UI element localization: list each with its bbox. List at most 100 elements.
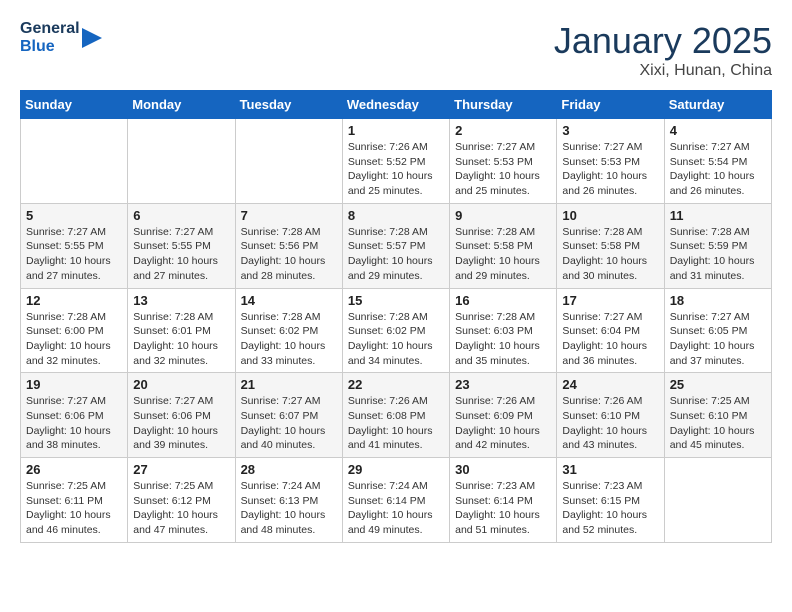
weekday-header: Sunday <box>21 91 128 119</box>
calendar-subtitle: Xixi, Hunan, China <box>554 62 772 80</box>
day-info: Sunrise: 7:25 AM Sunset: 6:10 PM Dayligh… <box>670 394 766 453</box>
day-info: Sunrise: 7:27 AM Sunset: 6:04 PM Dayligh… <box>562 310 658 369</box>
day-info: Sunrise: 7:28 AM Sunset: 5:59 PM Dayligh… <box>670 225 766 284</box>
day-number: 11 <box>670 208 766 223</box>
calendar-cell <box>235 119 342 204</box>
calendar-week-row: 12Sunrise: 7:28 AM Sunset: 6:00 PM Dayli… <box>21 288 772 373</box>
weekday-header: Friday <box>557 91 664 119</box>
calendar-cell: 9Sunrise: 7:28 AM Sunset: 5:58 PM Daylig… <box>450 203 557 288</box>
weekday-header: Saturday <box>664 91 771 119</box>
page-header: General Blue January 2025 Xixi, Hunan, C… <box>20 20 772 80</box>
calendar-cell: 18Sunrise: 7:27 AM Sunset: 6:05 PM Dayli… <box>664 288 771 373</box>
calendar-cell: 14 Sunrise: 7:28 AM Sunset: 6:02 PM Dayli… <box>235 288 342 373</box>
day-info: Sunrise: 7:27 AM Sunset: 6:06 PM Dayligh… <box>26 394 122 453</box>
calendar-title: January 2025 <box>554 20 772 62</box>
day-info: Sunrise: 7:28 AM Sunset: 6:01 PM Dayligh… <box>133 310 229 369</box>
calendar-week-row: 5 Sunrise: 7:27 AM Sunset: 5:55 PM Daylig… <box>21 203 772 288</box>
calendar-cell: 10 Sunrise: 7:28 AM Sunset: 5:58 PM Dayli… <box>557 203 664 288</box>
weekday-header: Monday <box>128 91 235 119</box>
day-info: Sunrise: 7:25 AM Sunset: 6:12 PM Dayligh… <box>133 479 229 538</box>
day-info: Sunrise: 7:28 AM Sunset: 6:03 PM Dayligh… <box>455 310 551 369</box>
weekday-header: Tuesday <box>235 91 342 119</box>
day-info: Sunrise: 7:26 AM Sunset: 6:10 PM Dayligh… <box>562 394 658 453</box>
calendar-cell: 16Sunrise: 7:28 AM Sunset: 6:03 PM Dayli… <box>450 288 557 373</box>
title-block: January 2025 Xixi, Hunan, China <box>554 20 772 80</box>
weekday-header: Wednesday <box>342 91 449 119</box>
day-info: Sunrise: 7:27 AM Sunset: 5:53 PM Dayligh… <box>562 140 658 199</box>
calendar-cell: 7Sunrise: 7:28 AM Sunset: 5:56 PM Daylig… <box>235 203 342 288</box>
calendar-cell <box>664 458 771 543</box>
day-info: Sunrise: 7:23 AM Sunset: 6:14 PM Dayligh… <box>455 479 551 538</box>
calendar-cell: 2 Sunrise: 7:27 AM Sunset: 5:53 PM Daylig… <box>450 119 557 204</box>
day-info: Sunrise: 7:27 AM Sunset: 6:06 PM Dayligh… <box>133 394 229 453</box>
calendar-cell: 1 Sunrise: 7:26 AM Sunset: 5:52 PM Daylig… <box>342 119 449 204</box>
day-info: Sunrise: 7:25 AM Sunset: 6:11 PM Dayligh… <box>26 479 122 538</box>
day-number: 17 <box>562 293 658 308</box>
day-number: 31 <box>562 462 658 477</box>
day-info: Sunrise: 7:23 AM Sunset: 6:15 PM Dayligh… <box>562 479 658 538</box>
calendar-cell: 25Sunrise: 7:25 AM Sunset: 6:10 PM Dayli… <box>664 373 771 458</box>
day-number: 2 <box>455 123 551 138</box>
weekday-header-row: SundayMondayTuesdayWednesdayThursdayFrid… <box>21 91 772 119</box>
calendar-cell: 28 Sunrise: 7:24 AM Sunset: 6:13 PM Dayli… <box>235 458 342 543</box>
calendar-cell: 20 Sunrise: 7:27 AM Sunset: 6:06 PM Dayli… <box>128 373 235 458</box>
calendar-cell: 11 Sunrise: 7:28 AM Sunset: 5:59 PM Dayli… <box>664 203 771 288</box>
calendar-cell <box>128 119 235 204</box>
calendar-cell: 5 Sunrise: 7:27 AM Sunset: 5:55 PM Daylig… <box>21 203 128 288</box>
calendar-cell: 30Sunrise: 7:23 AM Sunset: 6:14 PM Dayli… <box>450 458 557 543</box>
day-number: 22 <box>348 377 444 392</box>
day-number: 19 <box>26 377 122 392</box>
day-number: 10 <box>562 208 658 223</box>
day-number: 29 <box>348 462 444 477</box>
day-number: 27 <box>133 462 229 477</box>
day-info: Sunrise: 7:24 AM Sunset: 6:13 PM Dayligh… <box>241 479 337 538</box>
day-number: 9 <box>455 208 551 223</box>
calendar-cell: 15 Sunrise: 7:28 AM Sunset: 6:02 PM Dayli… <box>342 288 449 373</box>
day-number: 14 <box>241 293 337 308</box>
day-number: 8 <box>348 208 444 223</box>
calendar-cell: 31 Sunrise: 7:23 AM Sunset: 6:15 PM Dayli… <box>557 458 664 543</box>
day-number: 15 <box>348 293 444 308</box>
calendar-cell: 3Sunrise: 7:27 AM Sunset: 5:53 PM Daylig… <box>557 119 664 204</box>
calendar-cell: 17 Sunrise: 7:27 AM Sunset: 6:04 PM Dayli… <box>557 288 664 373</box>
day-info: Sunrise: 7:28 AM Sunset: 5:58 PM Dayligh… <box>562 225 658 284</box>
day-info: Sunrise: 7:28 AM Sunset: 5:57 PM Dayligh… <box>348 225 444 284</box>
day-number: 13 <box>133 293 229 308</box>
day-info: Sunrise: 7:27 AM Sunset: 6:07 PM Dayligh… <box>241 394 337 453</box>
day-number: 18 <box>670 293 766 308</box>
day-info: Sunrise: 7:28 AM Sunset: 5:56 PM Dayligh… <box>241 225 337 284</box>
day-number: 6 <box>133 208 229 223</box>
day-number: 21 <box>241 377 337 392</box>
day-info: Sunrise: 7:26 AM Sunset: 6:09 PM Dayligh… <box>455 394 551 453</box>
logo-triangle-icon <box>82 28 102 48</box>
day-number: 12 <box>26 293 122 308</box>
calendar-cell <box>21 119 128 204</box>
logo: General Blue <box>20 20 102 55</box>
calendar-cell: 8 Sunrise: 7:28 AM Sunset: 5:57 PM Daylig… <box>342 203 449 288</box>
day-info: Sunrise: 7:26 AM Sunset: 5:52 PM Dayligh… <box>348 140 444 199</box>
calendar-cell: 22Sunrise: 7:26 AM Sunset: 6:08 PM Dayli… <box>342 373 449 458</box>
calendar-cell: 4Sunrise: 7:27 AM Sunset: 5:54 PM Daylig… <box>664 119 771 204</box>
day-number: 24 <box>562 377 658 392</box>
calendar-cell: 27 Sunrise: 7:25 AM Sunset: 6:12 PM Dayli… <box>128 458 235 543</box>
day-number: 20 <box>133 377 229 392</box>
calendar-week-row: 1 Sunrise: 7:26 AM Sunset: 5:52 PM Daylig… <box>21 119 772 204</box>
calendar-week-row: 19 Sunrise: 7:27 AM Sunset: 6:06 PM Dayli… <box>21 373 772 458</box>
calendar-cell: 29 Sunrise: 7:24 AM Sunset: 6:14 PM Dayli… <box>342 458 449 543</box>
day-info: Sunrise: 7:28 AM Sunset: 6:02 PM Dayligh… <box>348 310 444 369</box>
calendar-cell: 23Sunrise: 7:26 AM Sunset: 6:09 PM Dayli… <box>450 373 557 458</box>
calendar-cell: 12Sunrise: 7:28 AM Sunset: 6:00 PM Dayli… <box>21 288 128 373</box>
day-info: Sunrise: 7:28 AM Sunset: 6:02 PM Dayligh… <box>241 310 337 369</box>
day-info: Sunrise: 7:27 AM Sunset: 5:55 PM Dayligh… <box>133 225 229 284</box>
logo-text-general: General <box>20 20 80 38</box>
logo-graphic: General Blue <box>20 20 102 55</box>
day-number: 26 <box>26 462 122 477</box>
calendar-cell: 24 Sunrise: 7:26 AM Sunset: 6:10 PM Dayli… <box>557 373 664 458</box>
day-info: Sunrise: 7:27 AM Sunset: 5:55 PM Dayligh… <box>26 225 122 284</box>
day-number: 28 <box>241 462 337 477</box>
day-info: Sunrise: 7:27 AM Sunset: 5:53 PM Dayligh… <box>455 140 551 199</box>
day-info: Sunrise: 7:27 AM Sunset: 5:54 PM Dayligh… <box>670 140 766 199</box>
day-number: 5 <box>26 208 122 223</box>
day-info: Sunrise: 7:24 AM Sunset: 6:14 PM Dayligh… <box>348 479 444 538</box>
day-number: 1 <box>348 123 444 138</box>
